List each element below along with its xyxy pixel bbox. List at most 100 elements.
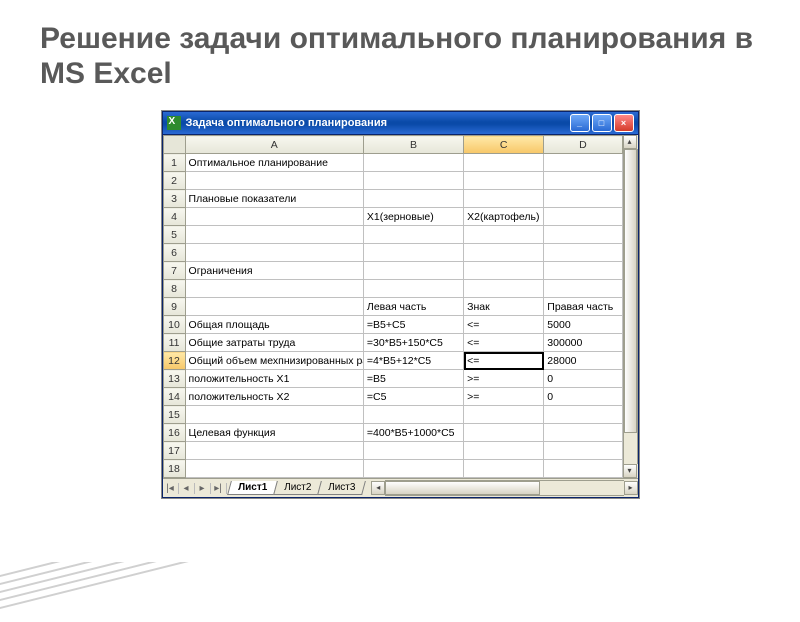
close-button[interactable]: × [614,114,634,132]
cell[interactable] [185,406,363,424]
sheet-tab[interactable]: Лист3 [317,481,366,495]
cell[interactable]: >= [464,370,544,388]
cell[interactable]: X1(зерновые) [363,208,463,226]
cell[interactable]: <= [464,316,544,334]
tab-prev-icon[interactable]: ◂ [179,483,195,494]
cell[interactable] [544,244,622,262]
cell[interactable] [363,190,463,208]
cell[interactable] [464,424,544,442]
row-header[interactable]: 7 [163,262,185,280]
cell[interactable] [464,262,544,280]
minimize-button[interactable]: _ [570,114,590,132]
cell[interactable]: Оптимальное планирование [185,154,363,172]
row-header[interactable]: 4 [163,208,185,226]
cell[interactable] [185,460,363,478]
cell[interactable]: Целевая функция [185,424,363,442]
cell[interactable] [363,244,463,262]
cell[interactable] [464,460,544,478]
row-header[interactable]: 2 [163,172,185,190]
cell[interactable] [464,190,544,208]
cell[interactable] [363,226,463,244]
scroll-up-icon[interactable]: ▴ [623,135,637,149]
row-header[interactable]: 11 [163,334,185,352]
cell[interactable] [544,172,622,190]
tab-first-icon[interactable]: |◂ [163,483,179,494]
cell[interactable]: Знак [464,298,544,316]
cell[interactable] [185,298,363,316]
scroll-track-h[interactable] [385,480,623,496]
cell[interactable]: 0 [544,370,622,388]
cell[interactable]: =B5 [363,370,463,388]
col-header-A[interactable]: A [185,136,363,154]
cell[interactable] [185,280,363,298]
cell[interactable] [544,262,622,280]
scroll-left-icon[interactable]: ◂ [371,481,385,495]
cell[interactable]: 0 [544,388,622,406]
row-header[interactable]: 8 [163,280,185,298]
scroll-down-icon[interactable]: ▾ [623,464,637,478]
cell[interactable]: X2(картофель) [464,208,544,226]
spreadsheet-grid[interactable]: A B C D 1Оптимальное планирование23Плано… [163,135,623,478]
cell[interactable] [544,208,622,226]
cell[interactable] [185,442,363,460]
cell[interactable] [363,442,463,460]
cell[interactable] [363,460,463,478]
row-header[interactable]: 6 [163,244,185,262]
maximize-button[interactable]: □ [592,114,612,132]
cell[interactable]: =4*B5+12*C5 [363,352,463,370]
select-all-corner[interactable] [163,136,185,154]
cell[interactable]: Плановые показатели [185,190,363,208]
tab-last-icon[interactable]: ▸| [211,483,227,494]
cell[interactable] [363,172,463,190]
sheet-tab[interactable]: Лист2 [273,481,322,495]
cell[interactable]: <= [464,334,544,352]
cell[interactable] [544,226,622,244]
scroll-thumb-h[interactable] [385,481,540,495]
cell[interactable] [464,244,544,262]
cell[interactable] [363,154,463,172]
cell[interactable] [464,406,544,424]
cell[interactable]: 5000 [544,316,622,334]
scroll-track-v[interactable] [623,149,638,464]
cell[interactable]: =400*B5+1000*C5 [363,424,463,442]
cell[interactable] [464,172,544,190]
cell[interactable] [363,406,463,424]
cell[interactable] [185,226,363,244]
cell[interactable]: Общие затраты труда [185,334,363,352]
cell[interactable]: положительность X1 [185,370,363,388]
cell[interactable] [544,190,622,208]
cell[interactable]: Левая часть [363,298,463,316]
vertical-scrollbar[interactable]: ▴ ▾ [623,135,638,478]
cell[interactable]: Ограничения [185,262,363,280]
row-header[interactable]: 5 [163,226,185,244]
cell[interactable]: положительность X2 [185,388,363,406]
horizontal-scrollbar[interactable]: ◂ ▸ [371,481,637,495]
row-header[interactable]: 14 [163,388,185,406]
cell[interactable]: Правая часть [544,298,622,316]
cell[interactable] [185,172,363,190]
tab-nav-buttons[interactable]: |◂ ◂ ▸ ▸| [163,483,227,494]
cell[interactable] [464,226,544,244]
cell[interactable] [544,280,622,298]
cell[interactable] [185,244,363,262]
row-header[interactable]: 13 [163,370,185,388]
tab-next-icon[interactable]: ▸ [195,483,211,494]
cell[interactable]: =B5+C5 [363,316,463,334]
row-header[interactable]: 12 [163,352,185,370]
cell[interactable] [464,442,544,460]
titlebar[interactable]: Задача оптимального планирования _ □ × [163,112,638,135]
cell[interactable] [544,442,622,460]
cell[interactable] [544,406,622,424]
row-header[interactable]: 16 [163,424,185,442]
cell[interactable] [544,424,622,442]
cell[interactable]: 300000 [544,334,622,352]
row-header[interactable]: 15 [163,406,185,424]
cell[interactable] [363,262,463,280]
cell[interactable] [464,280,544,298]
col-header-B[interactable]: B [363,136,463,154]
cell[interactable]: >= [464,388,544,406]
cell[interactable] [544,154,622,172]
row-header[interactable]: 1 [163,154,185,172]
cell[interactable] [363,280,463,298]
cell[interactable]: <= [464,352,544,370]
